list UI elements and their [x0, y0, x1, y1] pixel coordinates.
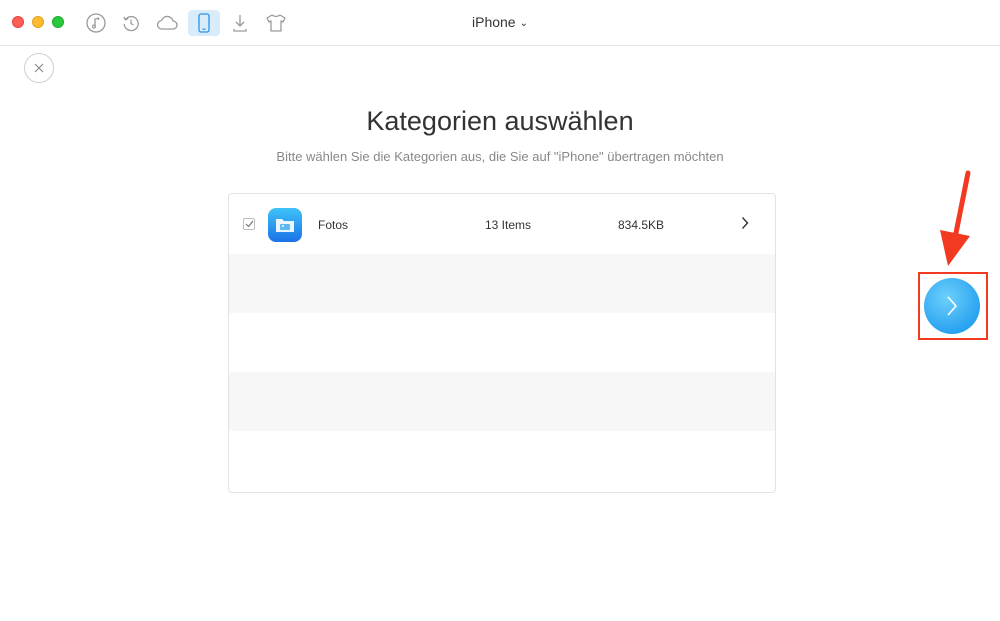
list-row-empty — [229, 431, 775, 490]
category-list: Fotos 13 Items 834.5KB — [228, 193, 776, 493]
category-row-fotos[interactable]: Fotos 13 Items 834.5KB — [229, 194, 775, 253]
chevron-right-icon[interactable] — [741, 216, 749, 235]
page-subtitle: Bitte wählen Sie die Kategorien aus, die… — [276, 149, 724, 164]
category-size: 834.5KB — [618, 218, 665, 232]
category-count: 13 Items — [485, 218, 532, 232]
next-button[interactable] — [924, 278, 980, 334]
close-button[interactable] — [24, 53, 54, 83]
photos-folder-icon — [268, 208, 302, 242]
device-name: iPhone — [472, 14, 516, 30]
annotation-arrow-icon — [934, 170, 974, 275]
category-checkbox[interactable] — [243, 218, 255, 230]
list-row-empty — [229, 313, 775, 372]
chevron-right-icon — [947, 296, 958, 316]
device-selector[interactable]: iPhone ⌄ — [0, 14, 1000, 30]
chevron-down-icon: ⌄ — [519, 18, 528, 29]
category-name: Fotos — [318, 218, 349, 232]
list-row-empty — [229, 254, 775, 313]
list-row-empty — [229, 372, 775, 431]
title-bar: iPhone ⌄ — [0, 0, 1000, 46]
checkmark-icon — [245, 220, 253, 228]
page-title: Kategorien auswählen — [366, 106, 634, 136]
close-icon — [34, 63, 44, 73]
